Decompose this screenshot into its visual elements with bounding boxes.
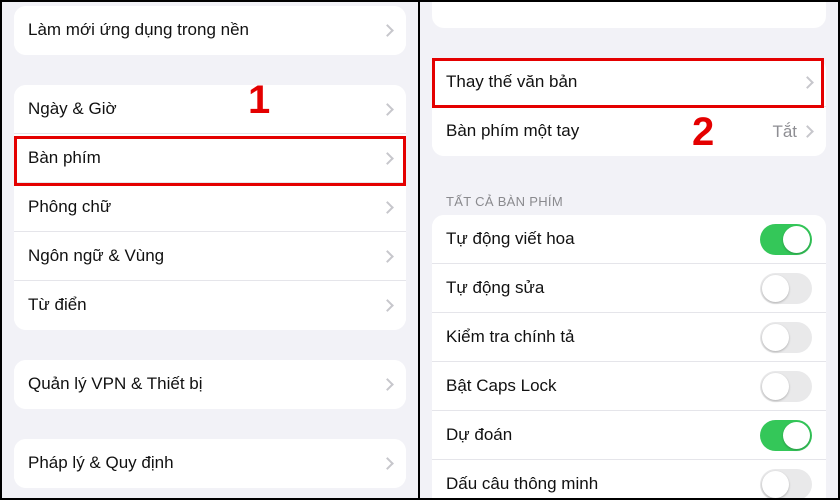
- settings-group: Quản lý VPN & Thiết bị: [14, 360, 406, 409]
- row-label: Bàn phím: [28, 148, 383, 168]
- row-label: Phông chữ: [28, 197, 383, 217]
- chevron-right-icon: [801, 125, 814, 138]
- toggle-switch[interactable]: [760, 371, 812, 402]
- chevron-right-icon: [381, 103, 394, 116]
- row-label: Ngôn ngữ & Vùng: [28, 246, 383, 266]
- row-smart-punctuation[interactable]: Dấu câu thông minh: [432, 460, 826, 498]
- toggle-switch[interactable]: [760, 224, 812, 255]
- row-predictive[interactable]: Dự đoán: [432, 411, 826, 460]
- row-label: Tự động viết hoa: [446, 229, 760, 249]
- row-label: Pháp lý & Quy định: [28, 453, 383, 473]
- row-label: Quản lý VPN & Thiết bị: [28, 374, 383, 394]
- row-dictionary[interactable]: Từ điển: [14, 281, 406, 330]
- row-label: Tự động sửa: [446, 278, 760, 298]
- chevron-right-icon: [381, 378, 394, 391]
- row-value: Tắt: [772, 122, 797, 142]
- chevron-right-icon: [801, 76, 814, 89]
- row-label: Kiểm tra chính tả: [446, 327, 760, 347]
- toggle-switch[interactable]: [760, 420, 812, 451]
- settings-general-pane: Làm mới ứng dụng trong nền Ngày & Giờ Bà…: [2, 2, 420, 498]
- settings-group: Ngày & Giờ Bàn phím Phông chữ Ngôn ngữ &…: [14, 85, 406, 330]
- chevron-right-icon: [381, 457, 394, 470]
- row-label: Thay thế văn bản: [446, 72, 803, 92]
- chevron-right-icon: [381, 24, 394, 37]
- row-background-app-refresh[interactable]: Làm mới ứng dụng trong nền: [14, 6, 406, 55]
- row-vpn-device[interactable]: Quản lý VPN & Thiết bị: [14, 360, 406, 409]
- row-auto-capitalization[interactable]: Tự động viết hoa: [432, 215, 826, 264]
- row-date-time[interactable]: Ngày & Giờ: [14, 85, 406, 134]
- row-label: Ngày & Giờ: [28, 99, 383, 119]
- row-keyboard[interactable]: Bàn phím: [14, 134, 406, 183]
- toggle-switch[interactable]: [760, 469, 812, 498]
- settings-keyboard-pane: Thay thế văn bản Bàn phím một tay Tắt TẤ…: [420, 2, 838, 498]
- row-caps-lock[interactable]: Bật Caps Lock: [432, 362, 826, 411]
- row-text-replacement[interactable]: Thay thế văn bản: [432, 58, 826, 107]
- chevron-right-icon: [381, 152, 394, 165]
- toggle-switch[interactable]: [760, 273, 812, 304]
- row-auto-correction[interactable]: Tự động sửa: [432, 264, 826, 313]
- row-legal[interactable]: Pháp lý & Quy định: [14, 439, 406, 488]
- settings-group: Làm mới ứng dụng trong nền: [14, 6, 406, 55]
- row-check-spelling[interactable]: Kiểm tra chính tả: [432, 313, 826, 362]
- row-label: Bàn phím một tay: [446, 121, 772, 141]
- section-header-all-keyboards: TẤT CẢ BÀN PHÍM: [420, 186, 838, 215]
- settings-group-all-keyboards: Tự động viết hoa Tự động sửa Kiểm tra ch…: [432, 215, 826, 498]
- row-label: Bật Caps Lock: [446, 376, 760, 396]
- row-label: Dấu câu thông minh: [446, 474, 760, 494]
- settings-group: Pháp lý & Quy định: [14, 439, 406, 488]
- row-label: Dự đoán: [446, 425, 760, 445]
- chevron-right-icon: [381, 201, 394, 214]
- row-one-handed-keyboard[interactable]: Bàn phím một tay Tắt: [432, 107, 826, 156]
- chevron-right-icon: [381, 250, 394, 263]
- chevron-right-icon: [381, 299, 394, 312]
- partial-group-top: [432, 2, 826, 28]
- row-label: Làm mới ứng dụng trong nền: [28, 20, 383, 40]
- row-fonts[interactable]: Phông chữ: [14, 183, 406, 232]
- row-language-region[interactable]: Ngôn ngữ & Vùng: [14, 232, 406, 281]
- toggle-switch[interactable]: [760, 322, 812, 353]
- settings-group: Thay thế văn bản Bàn phím một tay Tắt: [432, 58, 826, 156]
- row-label: Từ điển: [28, 295, 383, 315]
